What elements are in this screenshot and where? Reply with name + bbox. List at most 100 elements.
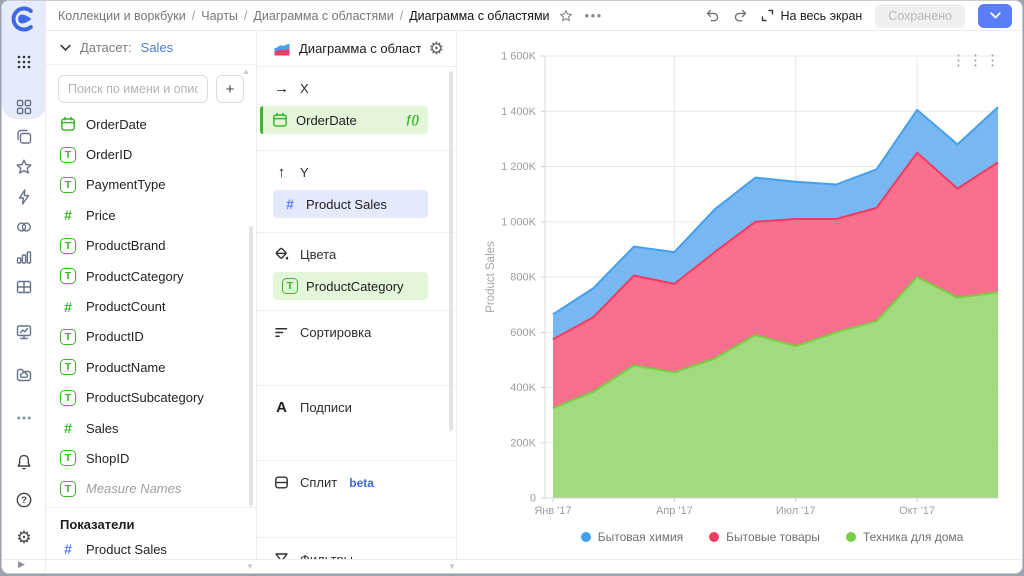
- chip-productcategory[interactable]: TProductCategory: [273, 272, 428, 300]
- dataset-header[interactable]: Датасет: Sales: [46, 31, 256, 65]
- apps-grid-icon[interactable]: [15, 53, 33, 71]
- section-split[interactable]: Сплит beta: [257, 461, 456, 538]
- measures-header: Показатели: [46, 508, 256, 534]
- storage-icon[interactable]: [15, 366, 33, 384]
- funnel-icon: [273, 551, 290, 559]
- number-field-icon: #: [60, 541, 76, 557]
- field-orderdate[interactable]: OrderDate: [46, 109, 256, 139]
- legend-dot: [581, 532, 591, 542]
- breadcrumb-item[interactable]: Чарты: [201, 9, 238, 23]
- datalens-logo[interactable]: [10, 5, 38, 33]
- arrow-right-icon: →: [273, 80, 290, 97]
- chart-settings-gear-icon[interactable]: ⚙: [429, 40, 444, 57]
- redo-icon[interactable]: [733, 8, 748, 23]
- objects-icon[interactable]: [15, 98, 33, 116]
- field-product-sales[interactable]: #Product Sales: [46, 534, 256, 559]
- scrollbar[interactable]: [249, 226, 253, 506]
- number-field-icon: #: [60, 299, 76, 315]
- field-measure-names[interactable]: TMeasure Names: [46, 474, 256, 504]
- scroll-down-icon[interactable]: ▼: [246, 563, 254, 571]
- breadcrumb-item[interactable]: Коллекции и воркбуки: [58, 9, 186, 23]
- field-orderid[interactable]: TOrderID: [46, 139, 256, 169]
- field-shopid[interactable]: TShopID: [46, 443, 256, 473]
- section-sort[interactable]: Сортировка: [257, 311, 456, 386]
- field-productbrand[interactable]: TProductBrand: [46, 231, 256, 261]
- svg-text:400K: 400K: [510, 382, 536, 394]
- section-label: Сортировка: [300, 325, 371, 340]
- field-price[interactable]: #Price: [46, 200, 256, 230]
- number-field-icon: #: [282, 196, 298, 212]
- chart-menu-button[interactable]: ⋮⋮⋮: [951, 53, 1002, 68]
- section-label: Сплит: [300, 475, 337, 490]
- collections-icon[interactable]: [15, 128, 33, 146]
- area-chart-svg: 0200K400K600K800K1 000K1 200K1 400K1 600…: [457, 31, 1023, 561]
- section-labels[interactable]: AПодписи: [257, 386, 456, 461]
- more-actions-icon[interactable]: •••: [585, 8, 603, 23]
- svg-text:Product Sales: Product Sales: [485, 241, 497, 313]
- dashboards-icon[interactable]: [15, 323, 33, 341]
- favorites-star-icon[interactable]: [15, 158, 33, 176]
- dimensions-list: OrderDate TOrderID TPaymentType #Price T…: [46, 109, 256, 504]
- chart-area: 0200K400K600K800K1 000K1 200K1 400K1 600…: [457, 31, 1022, 559]
- formula-icon: ƒ(): [406, 114, 419, 126]
- number-field-icon: #: [60, 207, 76, 223]
- svg-text:1 000K: 1 000K: [501, 216, 537, 228]
- chart-type-header: Диаграмма с областя… ⚙: [257, 31, 456, 67]
- fullscreen-button[interactable]: На весь экран: [761, 9, 863, 23]
- beta-badge: beta: [349, 476, 374, 490]
- more-icon[interactable]: [15, 409, 33, 427]
- collapse-rail-icon[interactable]: ▶: [18, 559, 25, 570]
- favorite-star-icon[interactable]: [559, 9, 573, 23]
- svg-text:?: ?: [21, 495, 27, 506]
- calendar-icon: [272, 112, 288, 128]
- section-colors[interactable]: Цвета TProductCategory: [257, 233, 456, 311]
- scroll-down-icon[interactable]: ▼: [448, 563, 456, 571]
- notifications-bell-icon[interactable]: [15, 453, 33, 471]
- settings-gear-icon[interactable]: ⚙: [15, 529, 33, 547]
- field-paymenttype[interactable]: TPaymentType: [46, 170, 256, 200]
- chart-type-title[interactable]: Диаграмма с областя…: [299, 41, 421, 56]
- text-field-icon: T: [60, 450, 76, 466]
- field-sales[interactable]: #Sales: [46, 413, 256, 443]
- field-productsubcategory[interactable]: TProductSubcategory: [46, 383, 256, 413]
- section-x[interactable]: →X OrderDateƒ(): [257, 67, 456, 151]
- breadcrumb: Коллекции и воркбуки/Чарты/Диаграмма с о…: [58, 9, 550, 23]
- search-input[interactable]: [58, 75, 208, 103]
- field-productcount[interactable]: #ProductCount: [46, 291, 256, 321]
- text-field-icon: T: [60, 268, 76, 284]
- scrollbar[interactable]: [449, 71, 453, 431]
- breadcrumb-item[interactable]: Диаграмма с областями: [253, 9, 393, 23]
- sort-icon: [273, 324, 290, 341]
- connections-icon[interactable]: [15, 218, 33, 236]
- section-filters[interactable]: Фильтры: [257, 538, 456, 559]
- text-field-icon: T: [60, 359, 76, 375]
- help-icon[interactable]: ?: [15, 491, 33, 509]
- legend-item--[interactable]: Бытовые товары: [709, 530, 820, 544]
- text-field-icon: T: [60, 481, 76, 497]
- field-productcategory[interactable]: TProductCategory: [46, 261, 256, 291]
- letter-a-icon: A: [273, 399, 290, 416]
- save-dropdown-button[interactable]: [978, 4, 1012, 28]
- split-icon: [273, 474, 290, 491]
- svg-text:1 600K: 1 600K: [501, 51, 537, 63]
- svg-text:200K: 200K: [510, 437, 536, 449]
- breadcrumb-item[interactable]: Диаграмма с областями: [409, 9, 549, 23]
- dataset-name-link[interactable]: Sales: [141, 40, 174, 55]
- undo-icon[interactable]: [705, 8, 720, 23]
- datasets-icon[interactable]: [15, 278, 33, 296]
- charts-icon[interactable]: [15, 248, 33, 266]
- field-productname[interactable]: TProductName: [46, 352, 256, 382]
- legend-item--[interactable]: Бытовая химия: [581, 530, 683, 544]
- section-label: Y: [300, 165, 309, 180]
- left-rail: ? ⚙: [2, 1, 46, 573]
- scroll-up-icon[interactable]: ▲: [242, 68, 250, 76]
- chip-product-sales[interactable]: #Product Sales: [273, 190, 428, 218]
- add-field-button[interactable]: +: [216, 75, 244, 103]
- quick-actions-icon[interactable]: [15, 188, 33, 206]
- field-productid[interactable]: TProductID: [46, 322, 256, 352]
- legend-item--[interactable]: Техника для дома: [846, 530, 963, 544]
- dataset-panel: Датасет: Sales + OrderDate TOrderID TPay…: [46, 31, 257, 559]
- saved-button[interactable]: Сохранено: [875, 4, 965, 28]
- chip-orderdate[interactable]: OrderDateƒ(): [260, 106, 428, 134]
- section-y[interactable]: ↑Y #Product Sales: [257, 151, 456, 233]
